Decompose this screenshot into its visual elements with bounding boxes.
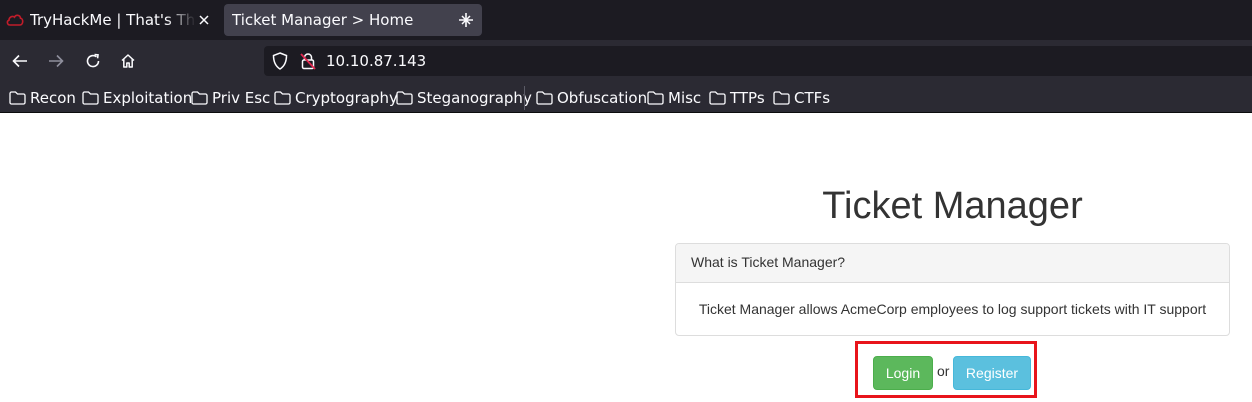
tab-tryhackme[interactable]: TryHackMe | That's The Ti [0, 4, 220, 36]
folder-icon [274, 91, 291, 105]
register-button[interactable]: Register [953, 356, 1031, 390]
forward-arrow-icon[interactable] [46, 51, 66, 71]
back-arrow-icon[interactable] [10, 51, 30, 71]
bookmark-folder-ctfs[interactable]: CTFs [773, 88, 830, 108]
folder-icon [773, 91, 790, 105]
bookmark-label: Priv Esc [212, 89, 271, 107]
folder-icon [396, 91, 413, 105]
bookmark-label: TTPs [730, 89, 765, 107]
bookmark-label: CTFs [794, 89, 831, 107]
or-separator: or [937, 363, 950, 379]
bookmark-folder-misc[interactable]: Misc [647, 88, 701, 108]
bookmark-folder-ttps[interactable]: TTPs [709, 88, 765, 108]
bookmark-folder-obfuscation[interactable]: Obfuscation [536, 88, 647, 108]
url-text: 10.10.87.143 [326, 52, 427, 70]
insecure-lock-icon[interactable] [300, 52, 316, 70]
bookmark-label: Misc [668, 89, 702, 107]
tab-ticket-manager[interactable]: Ticket Manager > Home [224, 4, 482, 36]
bookmark-label: Cryptography [295, 89, 398, 107]
bookmarks-toolbar: Recon Exploitation Priv Esc Cryptography… [0, 82, 1252, 113]
bookmark-label: Exploitation [103, 89, 193, 107]
panel-heading: What is Ticket Manager? [676, 244, 1229, 283]
tab-title: TryHackMe | That's The Ti [30, 11, 196, 29]
tab-title: Ticket Manager > Home [232, 11, 414, 29]
folder-icon [9, 91, 26, 105]
reload-icon[interactable] [83, 51, 103, 71]
bookmark-folder-priv-esc[interactable]: Priv Esc [191, 88, 270, 108]
folder-icon [82, 91, 99, 105]
panel-body: Ticket Manager allows AcmeCorp employees… [698, 301, 1207, 317]
bookmark-folder-exploitation[interactable]: Exploitation [82, 88, 192, 108]
page-title: Ticket Manager [822, 185, 1083, 227]
folder-icon [709, 91, 726, 105]
bookmark-label: Recon [30, 89, 76, 107]
navigation-toolbar: 10.10.87.143 [0, 40, 1252, 82]
bookmark-folder-recon[interactable]: Recon [9, 88, 76, 108]
info-panel: What is Ticket Manager? Ticket Manager a… [675, 243, 1230, 336]
close-tab-icon[interactable] [196, 12, 212, 28]
folder-icon [191, 91, 208, 105]
bookmark-label: Steganography [417, 89, 532, 107]
browser-tab-strip: TryHackMe | That's The Ti Ticket Manager… [0, 0, 1252, 40]
folder-icon [536, 91, 553, 105]
home-icon[interactable] [118, 51, 138, 71]
login-button[interactable]: Login [873, 356, 933, 390]
bookmarks-separator [524, 86, 525, 110]
tryhackme-cloud-icon [6, 11, 24, 29]
page-content: Ticket Manager What is Ticket Manager? T… [0, 113, 1252, 402]
bookmark-folder-steganography[interactable]: Steganography [396, 88, 532, 108]
new-tab-icon[interactable] [456, 10, 476, 30]
folder-icon [647, 91, 664, 105]
bookmark-folder-cryptography[interactable]: Cryptography [274, 88, 398, 108]
bookmark-label: Obfuscation [557, 89, 648, 107]
url-bar[interactable]: 10.10.87.143 [264, 46, 1252, 76]
tracking-shield-icon[interactable] [272, 52, 290, 70]
